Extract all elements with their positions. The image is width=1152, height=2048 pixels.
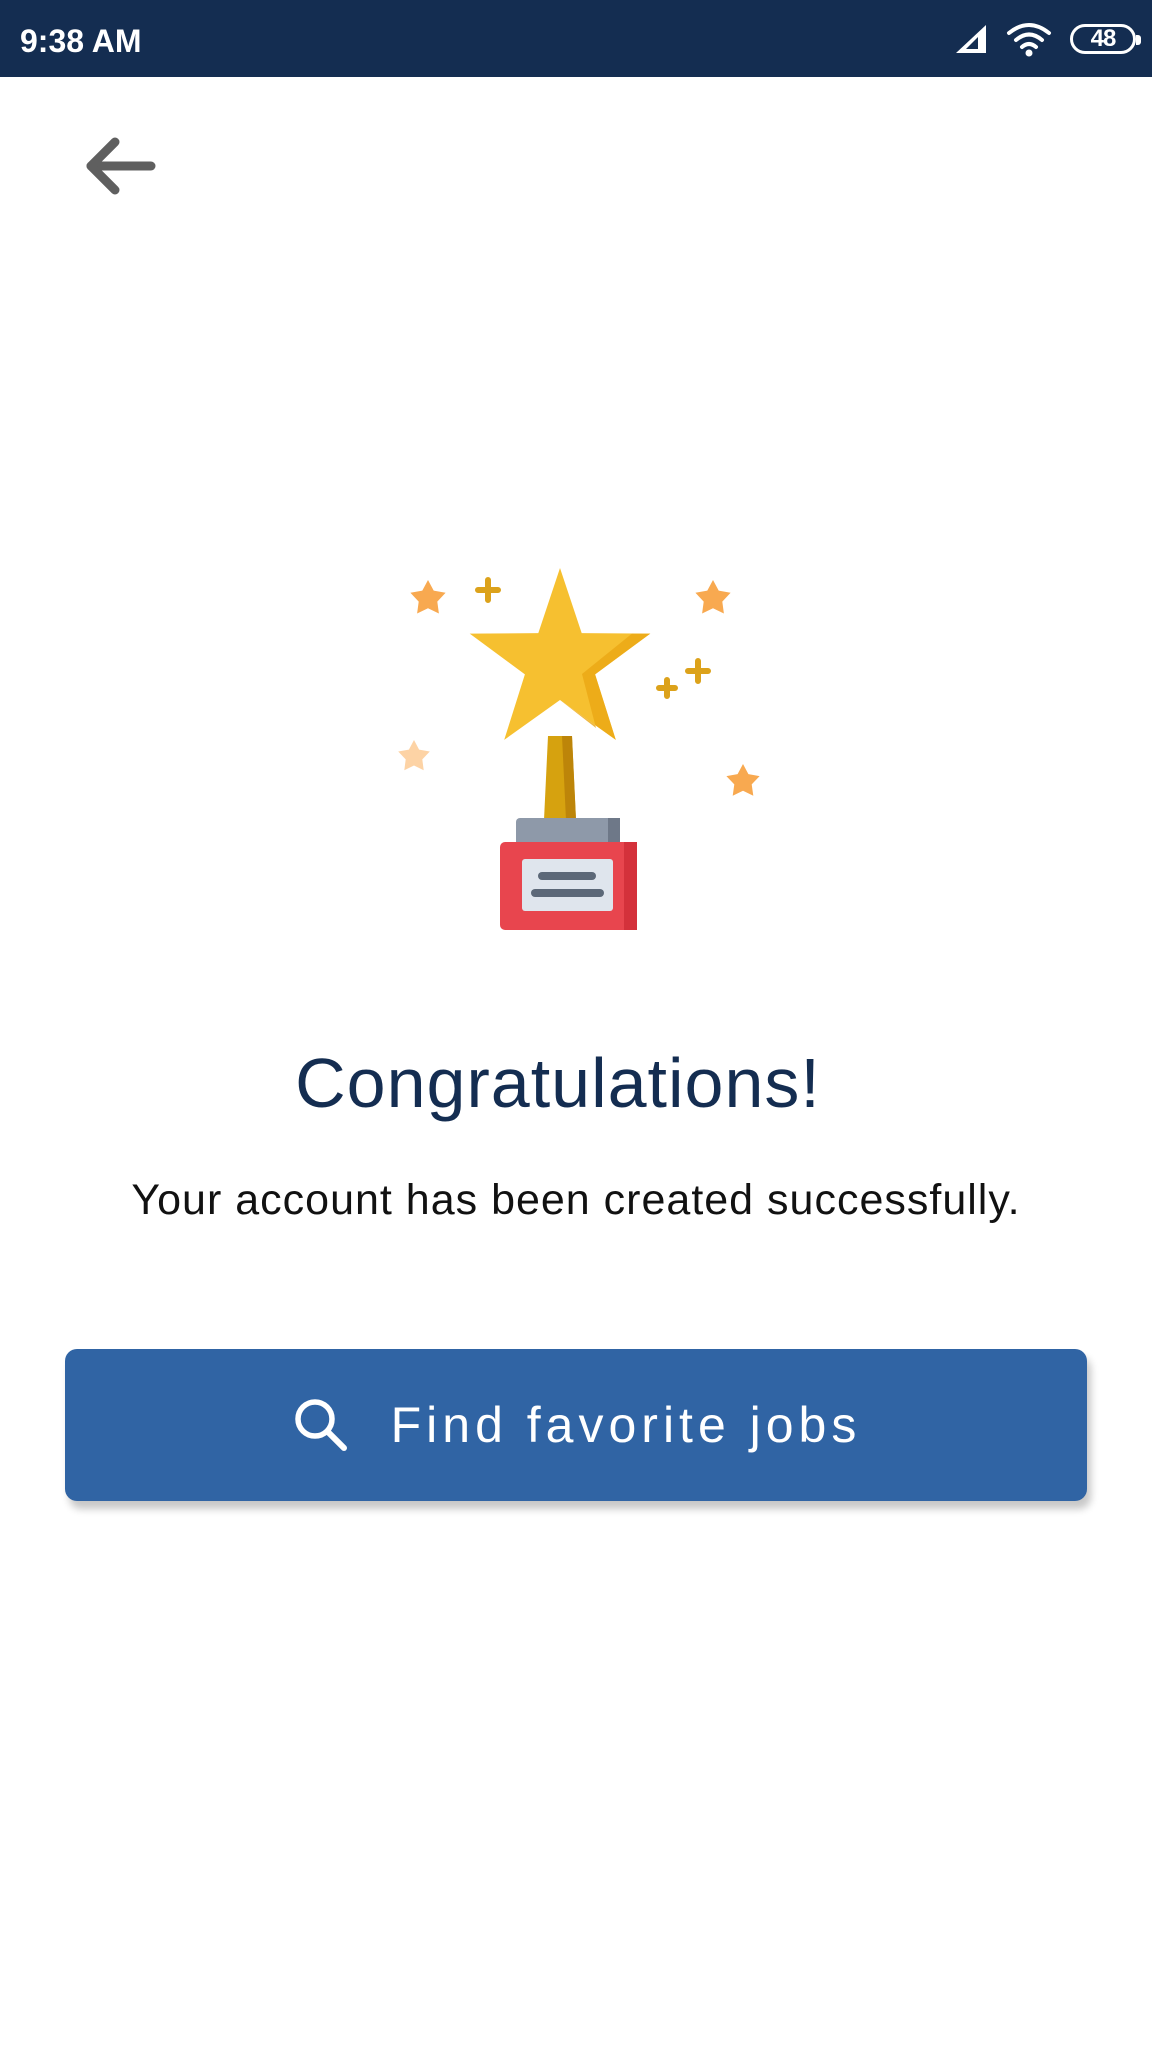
- trophy-illustration: [370, 556, 790, 936]
- wifi-icon: [1007, 23, 1051, 57]
- status-bar: 9:38 AM 48: [0, 0, 1152, 77]
- battery-level: 48: [1090, 25, 1117, 52]
- arrow-left-icon: [86, 137, 156, 195]
- search-icon: [294, 1399, 347, 1451]
- find-favorite-jobs-label: Find favorite jobs: [390, 1397, 862, 1453]
- find-favorite-jobs-button[interactable]: Find favorite jobs: [65, 1349, 1087, 1501]
- success-message: Your account has been created successful…: [131, 1176, 1021, 1224]
- back-button[interactable]: [72, 126, 168, 206]
- status-time: 9:38 AM: [20, 23, 142, 59]
- signal-icon: [956, 25, 986, 53]
- congratulations-title: Congratulations!: [295, 1044, 821, 1122]
- battery-cap: [1136, 35, 1141, 45]
- status-icons: 48: [954, 18, 1141, 60]
- trophy-star-icon: [398, 568, 760, 930]
- battery-icon: 48: [1070, 24, 1141, 54]
